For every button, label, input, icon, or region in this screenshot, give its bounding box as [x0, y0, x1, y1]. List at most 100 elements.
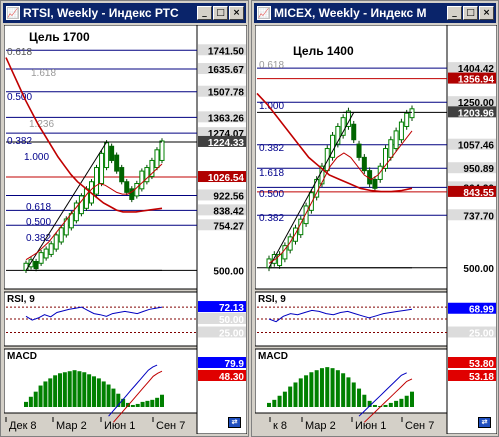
- macd-bar: [288, 386, 293, 407]
- price-label: 922.56: [213, 191, 244, 202]
- fib-label: 1.618: [31, 68, 56, 79]
- macd-bar: [298, 378, 303, 407]
- window-titlebar[interactable]: 📈 MICEX, Weekly - Индекс М _ □ ×: [254, 3, 496, 23]
- price-label: 843.55: [463, 188, 494, 199]
- macd-bar: [267, 402, 271, 407]
- macd-bar: [319, 368, 324, 407]
- minimize-button[interactable]: _: [197, 6, 212, 20]
- rtsi-chart-window[interactable]: 📈 RTSI, Weekly - Индекс РТС _ □ × Цель 1…: [0, 0, 249, 437]
- macd-bar: [410, 391, 414, 407]
- candle-body: [83, 188, 89, 209]
- rsi-label: RSI, 9: [258, 294, 286, 305]
- macd-bar: [67, 371, 72, 407]
- price-label: 838.42: [213, 206, 244, 217]
- micex-chart-window[interactable]: 📈 MICEX, Weekly - Индекс М _ □ × Цель 14…: [251, 0, 499, 437]
- macd-bar: [82, 372, 87, 407]
- candle-body: [38, 252, 44, 264]
- macd-label: MACD: [7, 351, 37, 362]
- x-axis-label: Сен 7: [156, 420, 185, 432]
- close-button[interactable]: ×: [229, 6, 244, 20]
- macd-label: MACD: [258, 351, 288, 362]
- candle-body: [409, 108, 415, 119]
- x-axis-label: Сен 7: [405, 420, 434, 432]
- macd-bar: [341, 373, 346, 407]
- macd-bar: [106, 384, 111, 407]
- macd-bar: [335, 370, 340, 407]
- macd-bar: [43, 381, 48, 407]
- macd-bar: [282, 391, 287, 407]
- price-label: 500.00: [213, 266, 244, 277]
- macd-bar: [346, 377, 351, 407]
- close-button[interactable]: ×: [479, 6, 494, 20]
- rsi-value: 25.00: [219, 329, 244, 340]
- x-axis-label: Июн 1: [355, 420, 386, 432]
- minimize-button[interactable]: _: [447, 6, 462, 20]
- macd-bar: [351, 382, 356, 407]
- rsi-value: 25.00: [469, 329, 494, 340]
- macd-bar: [325, 367, 330, 407]
- price-label: 737.70: [463, 211, 494, 222]
- window-titlebar[interactable]: 📈 RTSI, Weekly - Индекс РТС _ □ ×: [3, 3, 246, 23]
- macd-bar: [160, 394, 164, 407]
- macd-value: 53.80: [469, 359, 494, 370]
- candle-body: [134, 183, 140, 197]
- candle-body: [388, 139, 394, 158]
- x-axis-label: Дек 8: [9, 420, 37, 432]
- chart-app-icon: 📈: [257, 6, 271, 20]
- macd-bar: [309, 372, 314, 407]
- fib-label: 1.618: [259, 168, 284, 179]
- target-label: Цель 1400: [293, 44, 354, 58]
- candle-body: [23, 262, 29, 271]
- macd-bar: [33, 391, 38, 407]
- macd-bar: [101, 381, 106, 407]
- macd-bar: [96, 378, 101, 407]
- candle-body: [94, 167, 100, 195]
- macd-bar: [272, 399, 277, 407]
- candle-body: [58, 227, 64, 243]
- macd-bar: [277, 395, 282, 407]
- scroll-chart-icon[interactable]: ⇄: [478, 417, 491, 428]
- fib-label: 0.382: [259, 213, 284, 224]
- macd-value: 48.30: [219, 372, 244, 383]
- scroll-chart-icon[interactable]: ⇄: [228, 417, 241, 428]
- macd-bar: [330, 368, 335, 407]
- candle-body: [393, 130, 399, 150]
- macd-bar: [304, 375, 309, 407]
- candle-body: [124, 181, 130, 193]
- macd-bar: [388, 402, 393, 407]
- fib-label: 0.500: [259, 189, 284, 200]
- macd-bar: [357, 388, 362, 407]
- fib-label: 0.618: [7, 47, 32, 58]
- macd-bar: [394, 400, 399, 407]
- price-chart[interactable]: Цель 14001404.421356.941250.001203.96105…: [255, 25, 497, 434]
- candle-body: [104, 142, 110, 169]
- price-chart[interactable]: Цель 17001741.501635.671507.781363.26127…: [4, 25, 247, 434]
- maximize-button[interactable]: □: [463, 6, 478, 20]
- price-label: 1203.96: [458, 108, 495, 119]
- x-axis-label: Мар 2: [56, 420, 87, 432]
- macd-bar: [145, 400, 150, 407]
- price-label: 1635.67: [208, 65, 245, 76]
- price-label: 1741.50: [208, 46, 245, 57]
- candle-body: [48, 243, 54, 255]
- fib-label: 0.500: [26, 217, 51, 228]
- candle-body: [139, 170, 145, 190]
- macd-bar: [77, 371, 82, 407]
- rsi-value: 68.99: [469, 305, 494, 316]
- candle-body: [356, 143, 362, 158]
- candle-body: [109, 145, 115, 161]
- fib-label: 0.618: [26, 202, 51, 213]
- macd-bar: [404, 395, 409, 407]
- candle-body: [53, 234, 59, 250]
- candle-body: [308, 192, 314, 211]
- rsi-value: 50.00: [219, 315, 244, 326]
- price-label: 950.89: [463, 164, 494, 175]
- candle-body: [114, 154, 120, 172]
- macd-value: 53.18: [469, 372, 494, 383]
- window-title: MICEX, Weekly - Индекс М: [274, 6, 427, 20]
- candle-body: [324, 148, 330, 172]
- macd-bar: [58, 373, 62, 407]
- macd-bar: [87, 374, 92, 407]
- maximize-button[interactable]: □: [213, 6, 228, 20]
- fib-label: 1.000: [24, 152, 49, 163]
